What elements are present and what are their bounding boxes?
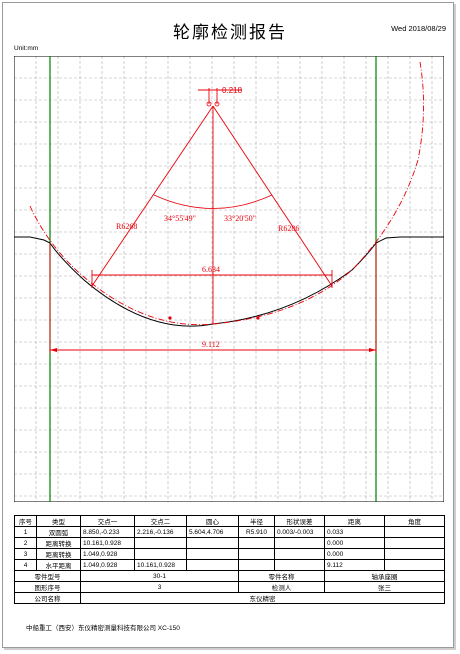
col-center: 圆心 [186,515,239,527]
part-name-label: 零件名称 [238,570,325,582]
report-footer: 中船重工（西安）东仪精密测量科技有限公司 XC-150 [14,621,444,632]
part-name-value: 轴承座圈 [324,570,445,582]
outer-width-value: 9.112 [202,340,220,349]
col-shape-error: 形状误差 [274,515,325,527]
fitted-arc-right [212,61,424,325]
item-label: 零件型号 [14,570,81,582]
inspector-value: 张三 [324,581,445,593]
table-row: 3 距离转换 1.049,0.928 0.000 [14,548,445,560]
col-point1: 交点一 [80,515,135,527]
measure-point [256,316,260,320]
left-angle-label: 34°55'49" [164,214,196,223]
measured-profile [14,236,444,327]
company-value: 东仪精密 [80,592,445,604]
top-dim-value: 0.218 [222,86,243,95]
left-radius-label: R6268 [116,222,137,231]
left-radius-line [91,105,214,287]
company-label: 公司名称 [14,592,81,604]
info-row-drawing: 图形序号 3 检测人 张三 [14,581,445,593]
table-row: 4 水平距离 1.049,0.928 10.161,0.928 9.112 [14,559,445,571]
footer-text: 中船重工（西安）东仪精密测量科技有限公司 XC-150 [26,625,180,632]
drawing-value: 3 [80,581,239,593]
col-point2: 交点二 [134,515,187,527]
inner-width-value: 6.634 [202,265,220,274]
info-row-company: 公司名称 东仪精密 [14,592,445,604]
plot-grid [14,56,444,502]
info-row-part: 零件型号 30-1 零件名称 轴承座圈 [14,570,445,582]
inspector-label: 检测人 [238,581,325,593]
results-table: 序号 类型 交点一 交点二 圆心 半径 形状误差 距离 角度 1 双圆弧 8.8… [14,515,445,604]
outer-width-arrow-right [369,348,376,352]
profile-plot: 0.218 34°55'49" 33°20'50" R6268 R6286 6.… [14,56,444,502]
col-radius: 半径 [238,515,275,527]
unit-label: Unit:mm [14,45,39,52]
plot-frame [14,56,444,502]
col-distance: 距离 [324,515,385,527]
col-angle: 角度 [384,515,445,527]
item-value: 30-1 [80,570,239,582]
outer-width-arrow-left [50,348,57,352]
right-radius-line [212,105,333,287]
right-radius-label: R6286 [278,224,299,233]
measure-point [168,316,172,320]
drawing-label: 图形序号 [14,581,81,593]
table-header-row: 序号 类型 交点一 交点二 圆心 半径 形状误差 距离 角度 [14,515,445,527]
table-row: 2 距离转换 10.161,0.928 0.000 [14,537,445,549]
report-date: Wed 2018/08/29 [391,24,446,33]
right-angle-label: 33°20'50" [224,214,256,223]
col-index: 序号 [14,515,37,527]
table-row: 1 双圆弧 8.850,-0.233 2.216,-0.136 5.604,4.… [14,526,445,538]
col-type: 类型 [36,515,81,527]
